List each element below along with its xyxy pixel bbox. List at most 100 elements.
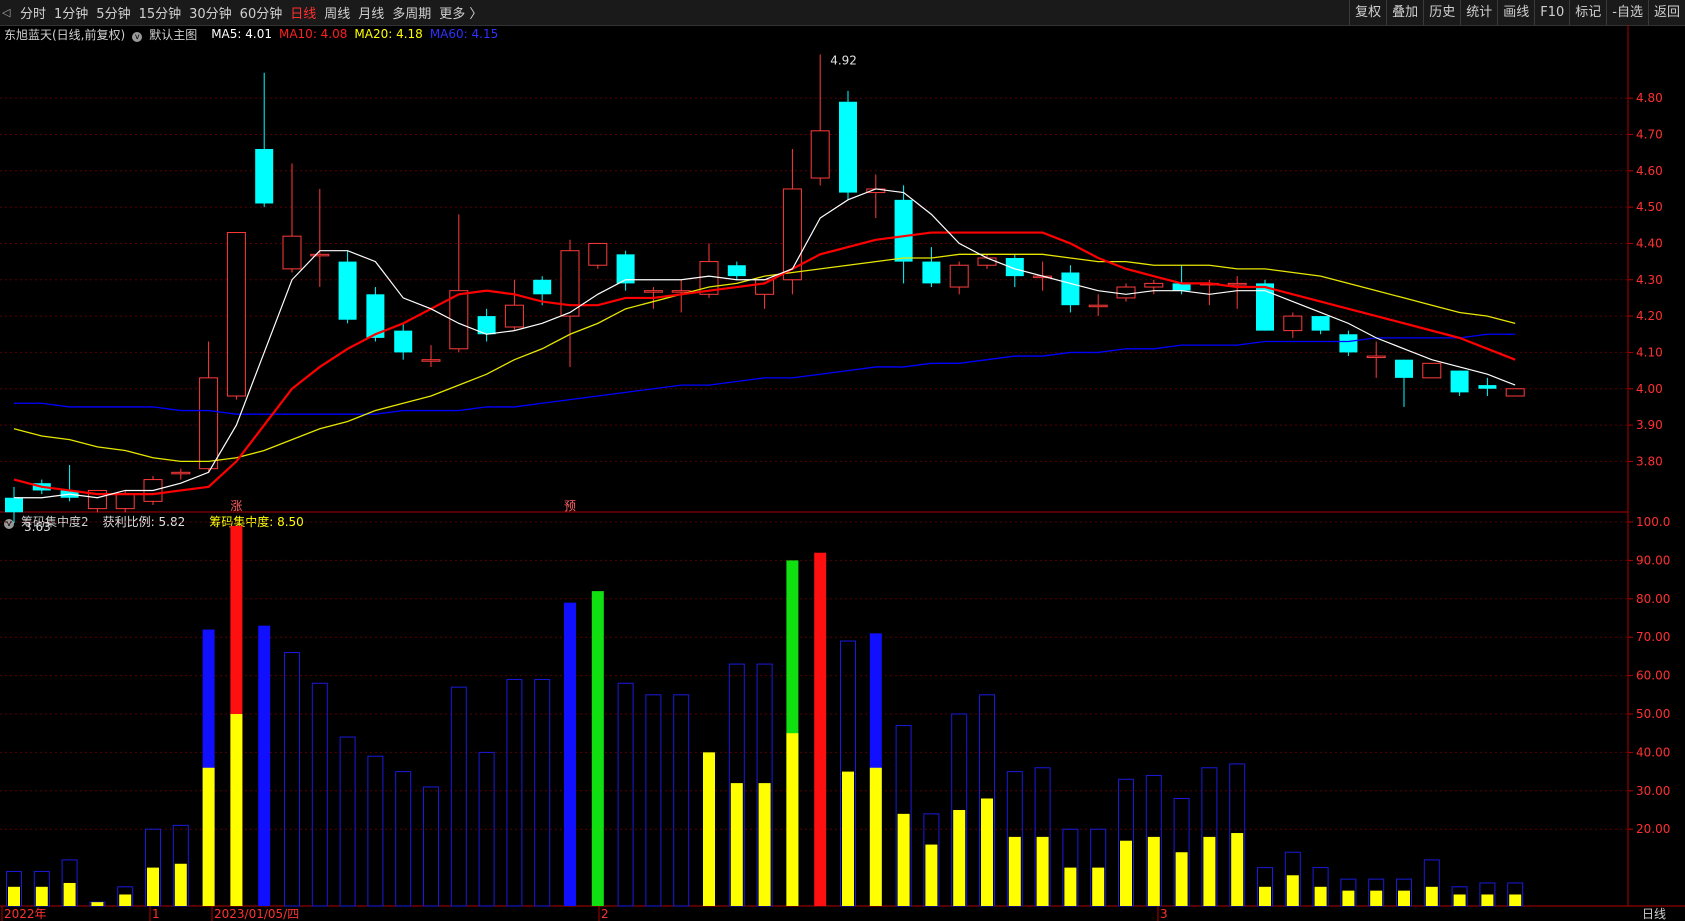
sub-tick-label: 20.00 (1636, 822, 1670, 836)
candle-body (782, 188, 802, 281)
period-tab-4[interactable]: 30分钟 (185, 3, 236, 22)
candle-body (199, 377, 219, 470)
candle-body (1505, 388, 1525, 397)
candle-body (5, 497, 23, 513)
price-tick-label: 4.30 (1636, 273, 1663, 287)
concentration-bar (478, 751, 495, 907)
period-tab-2[interactable]: 5分钟 (92, 3, 134, 22)
collapse-icon[interactable]: ◁ (0, 6, 16, 19)
concentration-bar (6, 870, 22, 907)
concentration-bar (1507, 882, 1524, 907)
price-tick-label: 4.00 (1636, 382, 1663, 396)
period-tab-6[interactable]: 日线 (286, 3, 320, 22)
profit-bar (1481, 894, 1494, 906)
kline-chart[interactable]: 4.923.63涨预 4.804.704.604.504.404.304.204… (0, 0, 1685, 921)
profit-bar (91, 902, 104, 906)
period-tab-7[interactable]: 周线 (320, 3, 354, 22)
candle-body (394, 330, 413, 353)
concentration-bar (367, 755, 384, 907)
candle-body (839, 101, 857, 193)
profit-bar (1453, 894, 1466, 906)
candle-body (1144, 282, 1164, 288)
indicator-selector[interactable]: v 默认主图 (132, 26, 204, 43)
toolbar-action-7[interactable]: -自选 (1606, 0, 1648, 25)
stock-name: 东旭蓝天(日线,前复权) (4, 27, 126, 42)
period-tab-0[interactable]: 分时 (16, 3, 50, 22)
candle-body (115, 493, 135, 510)
concentration-bar (506, 678, 523, 907)
candle-body (1283, 315, 1303, 332)
candle-body (1450, 370, 1469, 393)
candle-body (977, 257, 997, 266)
ma20-label: MA20: 4.18 (354, 27, 423, 41)
candle-body (87, 489, 107, 510)
profit-bar (1036, 836, 1049, 906)
chevron-down-icon: v (132, 31, 143, 42)
ma10-label: MA10: 4.08 (278, 27, 348, 41)
sub-tick-label: 70.00 (1636, 630, 1670, 644)
ma5-line (14, 188, 1516, 499)
concentration-bar (617, 682, 634, 907)
profit-bar (842, 771, 854, 906)
concentration-bar (1173, 797, 1190, 907)
concentration-bar (117, 886, 134, 907)
candle-body (366, 294, 385, 338)
candle-body (1478, 385, 1497, 389)
time-label: 3 (1160, 907, 1168, 921)
candle-body (1395, 359, 1413, 378)
period-bar: ◁ 分时 1分钟 5分钟 15分钟 30分钟 60分钟 日线 周线 月线 多周期 更多 〉 (0, 0, 486, 25)
concentration-bar (979, 694, 995, 907)
candle-body (226, 232, 246, 397)
price-tick-label: 4.80 (1636, 91, 1663, 105)
price-tick-label: 4.50 (1636, 200, 1663, 214)
toolbar-action-3[interactable]: 统计 (1460, 0, 1497, 25)
candle-body (755, 279, 775, 295)
candle-body (32, 483, 51, 491)
toolbar-action-4[interactable]: 画线 (1497, 0, 1534, 25)
candle-body (810, 130, 830, 179)
ma10-line (13, 231, 1516, 496)
toolbar-action-5[interactable]: F10 (1534, 0, 1569, 25)
profit-bar (981, 798, 993, 906)
candle-body (894, 199, 913, 262)
toolbar-action-6[interactable]: 标记 (1569, 0, 1606, 25)
period-tab-8[interactable]: 月线 (354, 3, 388, 22)
concentration-bar (258, 625, 271, 906)
profit-bar (35, 886, 48, 906)
action-bar: 复权 叠加 历史 统计 画线 F10 标记 -自选 返回 (1349, 0, 1685, 25)
candle-body (671, 290, 691, 293)
candle-body (866, 188, 886, 194)
profit-bar (1286, 875, 1299, 906)
period-tab-1[interactable]: 1分钟 (50, 3, 92, 22)
toolbar-action-1[interactable]: 叠加 (1386, 0, 1423, 25)
ma20-line (13, 253, 1516, 463)
profit-bar (1092, 867, 1105, 906)
concentration-bar (1034, 767, 1051, 907)
toolbar-action-0[interactable]: 复权 (1349, 0, 1386, 25)
candle-body (922, 261, 941, 284)
ma5-label: MA5: 4.01 (211, 27, 272, 41)
period-tab-5[interactable]: 60分钟 (236, 3, 287, 22)
candle-body (1366, 355, 1386, 359)
price-tick-label: 4.40 (1636, 236, 1663, 250)
profit-bar (8, 886, 20, 906)
candle-body (1256, 283, 1274, 331)
period-tab-10[interactable]: 更多 〉 (435, 3, 486, 22)
period-tab-9[interactable]: 多周期 (388, 3, 435, 22)
candle-body (533, 279, 552, 295)
profit-bar (897, 813, 910, 906)
chevron-down-icon: v (4, 518, 14, 529)
period-tab-3[interactable]: 15分钟 (135, 3, 186, 22)
concentration-bar (395, 771, 412, 907)
concentration-bar (591, 591, 604, 906)
main-legend: 东旭蓝天(日线,前复权) v 默认主图 MA5: 4.01 MA10: 4.08 … (4, 26, 505, 42)
concentration-bar (923, 813, 940, 907)
profit-bar (1370, 890, 1383, 906)
profit-bar (1398, 890, 1410, 906)
candle-body (949, 264, 969, 288)
toolbar-action-2[interactable]: 历史 (1423, 0, 1460, 25)
toolbar-action-8[interactable]: 返回 (1647, 0, 1685, 25)
time-label: 2023/01/05/四 (214, 907, 299, 921)
sub-indicator-selector[interactable]: v 筹码集中度2 (4, 513, 96, 530)
candle-body (421, 359, 441, 362)
